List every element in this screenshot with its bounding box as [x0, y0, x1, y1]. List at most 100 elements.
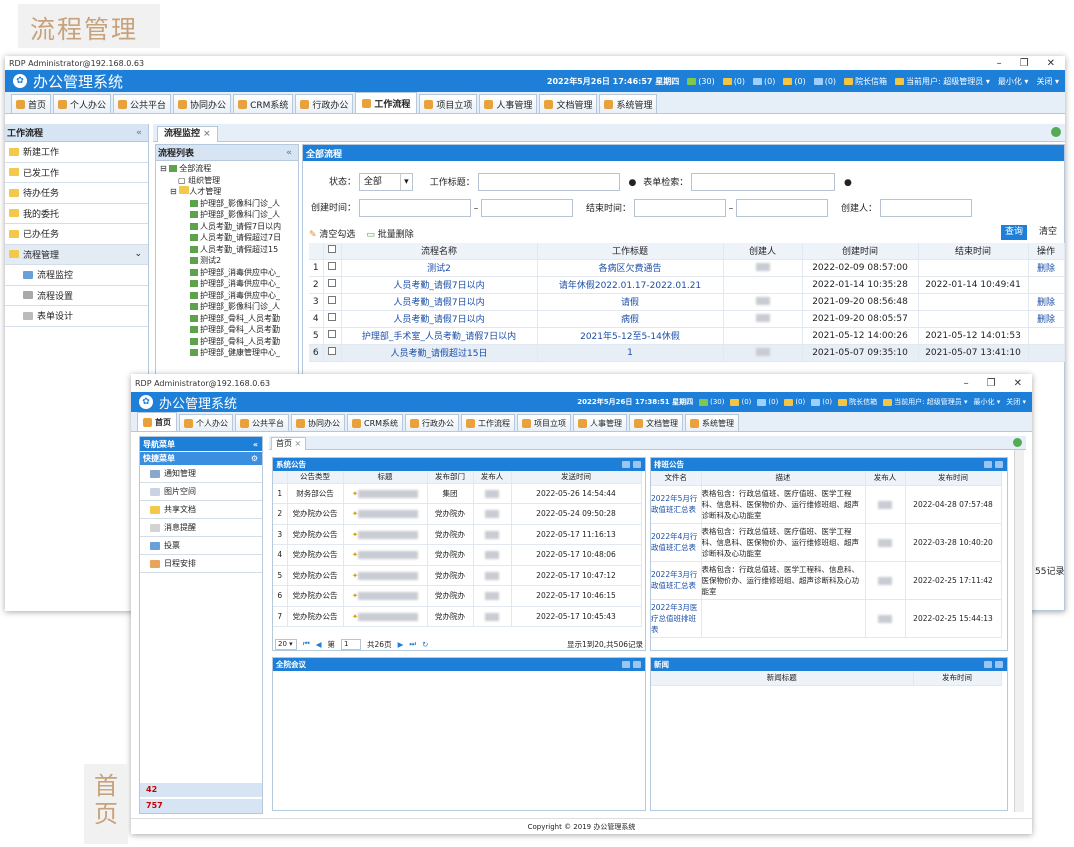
tab-home[interactable]: 首页 ×	[271, 437, 307, 450]
row-checkbox[interactable]	[328, 313, 336, 321]
work-title-input[interactable]	[477, 173, 620, 191]
quick-item-shared[interactable]: 共享文档	[140, 501, 262, 519]
table-row[interactable]: 5 党办院办公告 ✦ 党办院办 2022-05-17 10:47:12	[273, 565, 642, 586]
restore-window-button[interactable]: ❐	[987, 378, 996, 389]
nav-public[interactable]: 公共平台	[235, 414, 289, 431]
table-row[interactable]: 2022年4月行政值班汇总表 表格包含：行政总值班、医疗值班、医学工程科、信息科、…	[651, 523, 1002, 562]
next-page-button[interactable]: ▶	[398, 640, 404, 649]
counter-mail[interactable]: (0)	[722, 77, 745, 86]
sidebar-sub-settings[interactable]: 流程设置	[5, 286, 148, 306]
create-time-from[interactable]	[358, 199, 471, 217]
minimize-link[interactable]: 最小化 ▾	[974, 397, 1001, 407]
counter-chat[interactable]: (0)	[784, 398, 805, 406]
quick-item-images[interactable]: 图片空间	[140, 483, 262, 501]
nav-docs[interactable]: 文档管理	[629, 414, 684, 431]
sidebar-item-new[interactable]: 新建工作	[5, 142, 148, 163]
delete-link[interactable]: 删除	[1028, 293, 1065, 311]
sidebar-item-manage[interactable]: 流程管理 ⌄	[5, 244, 148, 265]
nav-system[interactable]: 系统管理	[599, 94, 658, 113]
table-row[interactable]: 4 人员考勤_请假7日以内 病假 2021-09-20 08:05:57 删除	[309, 310, 1065, 328]
tree-node[interactable]: 护理部_骨科_人员考勤	[160, 336, 288, 348]
nav-project[interactable]: 项目立项	[517, 414, 572, 431]
close-link[interactable]: 关闭 ▾	[1036, 76, 1059, 87]
refresh-icon[interactable]	[1013, 438, 1022, 447]
counter-notice[interactable]: (0)	[757, 398, 778, 406]
table-row[interactable]: 7 党办院办公告 ✦ 党办院办 2022-05-17 10:45:43	[273, 606, 642, 627]
tree-node[interactable]: 护理部_消毒供应中心_	[160, 290, 288, 302]
nav-project[interactable]: 项目立项	[419, 94, 478, 113]
nav-home[interactable]: 首页	[137, 412, 177, 431]
nav-admin[interactable]: 行政办公	[405, 414, 460, 431]
nav-hr[interactable]: 人事管理	[573, 414, 628, 431]
query-button[interactable]: 查询	[1001, 225, 1027, 240]
tree-node[interactable]: 护理部_消毒供应中心_	[160, 278, 288, 290]
table-row[interactable]: 3 党办院办公告 ✦ 党办院办 2022-05-17 11:16:13	[273, 524, 642, 545]
end-time-to[interactable]	[736, 199, 829, 217]
nav-collab[interactable]: 协同办公	[291, 414, 345, 431]
nav-home[interactable]: 首页	[11, 94, 52, 113]
leader-mailbox-link[interactable]: 院长信箱	[838, 397, 877, 407]
minimize-link[interactable]: 最小化 ▾	[998, 76, 1029, 87]
tree-node[interactable]: 人员考勤_请假7日以内	[160, 221, 288, 233]
counter-task[interactable]: (0)	[813, 77, 836, 86]
table-row[interactable]: 4 党办院办公告 ✦ 党办院办 2022-05-17 10:48:06	[273, 544, 642, 566]
nav-personal[interactable]: 个人办公	[53, 94, 112, 113]
nav-workflow[interactable]: 工作流程	[461, 414, 516, 431]
creator-input[interactable]	[879, 199, 972, 217]
minimize-window-button[interactable]: –	[997, 58, 1002, 69]
nav-workflow[interactable]: 工作流程	[355, 92, 418, 113]
table-row[interactable]: 6 人员考勤_请假超过15日 1 2021-05-07 09:35:10 2021-05…	[309, 344, 1065, 362]
row-checkbox[interactable]	[328, 262, 336, 270]
nav-docs[interactable]: 文档管理	[539, 94, 598, 113]
last-page-button[interactable]: ⏭	[409, 639, 416, 649]
page-size-select[interactable]: 20 ▾	[275, 638, 297, 650]
counter-mail[interactable]: (0)	[730, 398, 751, 406]
select-all-checkbox[interactable]	[323, 243, 342, 260]
page-input[interactable]: 1	[341, 638, 362, 650]
sidebar-sub-form[interactable]: 表单设计	[5, 306, 148, 327]
delete-link[interactable]: 删除	[1028, 310, 1065, 328]
collapse-icon[interactable]: «	[253, 440, 262, 449]
tree-node[interactable]: 人员考勤_请假超过7日	[160, 232, 288, 244]
nav-crm[interactable]: CRM系统	[347, 414, 404, 431]
row-checkbox[interactable]	[328, 296, 336, 304]
batch-delete-button[interactable]: ▭ 批量删除	[366, 230, 413, 240]
table-row[interactable]: 2 人员考勤_请假7日以内 请年休假2022.01.17-2022.01.21 202…	[309, 276, 1065, 294]
nav-public[interactable]: 公共平台	[113, 94, 172, 113]
leader-mailbox-link[interactable]: 院长信箱	[844, 76, 887, 87]
reload-icon[interactable]: ↻	[422, 640, 428, 649]
table-row[interactable]: 6 党办院办公告 ✦ 党办院办 2022-05-17 10:46:15	[273, 585, 642, 607]
row-checkbox[interactable]	[328, 347, 336, 355]
tree-node[interactable]: ⊟ 人才管理	[160, 186, 288, 198]
delete-link[interactable]: 删除	[1028, 259, 1065, 277]
create-time-to[interactable]	[481, 199, 574, 217]
clear-button[interactable]: 清空	[1033, 225, 1063, 240]
tree-node[interactable]: 护理部_影像科门诊_人	[160, 301, 288, 313]
sidebar-item-sent[interactable]: 已发工作	[5, 163, 148, 183]
nav-personal[interactable]: 个人办公	[179, 414, 233, 431]
counter-task[interactable]: (0)	[811, 398, 832, 406]
tab-monitor[interactable]: 流程监控 ×	[157, 126, 218, 142]
row-checkbox[interactable]	[328, 279, 336, 287]
collapse-icon[interactable]: «	[136, 128, 148, 138]
tree-node[interactable]: 护理部_健康管理中心_	[160, 347, 288, 359]
current-user-menu[interactable]: 当前用户: 超级管理员 ▾	[895, 76, 990, 87]
counter-chat[interactable]: (0)	[783, 77, 806, 86]
table-row[interactable]: 2022年3月行政值班汇总表 表格包含：行政总值班、医学工程科、信息科、医保物价办…	[651, 561, 1002, 600]
clear-check-button[interactable]: ✎ 清空勾选	[309, 230, 355, 240]
gear-icon[interactable]: ⚙	[251, 454, 262, 463]
counter-messages[interactable]: (30)	[699, 398, 724, 406]
tree-node[interactable]: 人员考勤_请假超过15	[160, 244, 288, 256]
tree-node[interactable]: 测试2	[160, 255, 288, 267]
table-row[interactable]: 3 人员考勤_请假7日以内 请假 2021-09-20 08:56:48 删除	[309, 293, 1065, 311]
counter-notice[interactable]: (0)	[753, 77, 775, 86]
table-row[interactable]: 2022年5月行政值班汇总表 表格包含：行政总值班、医疗值班、医学工程科、信息科、…	[651, 485, 1002, 524]
sidebar-item-delegate[interactable]: 我的委托	[5, 204, 148, 224]
quick-item-schedule[interactable]: 日程安排	[140, 555, 262, 573]
quick-item-message[interactable]: 消息提醒	[140, 519, 262, 537]
table-row[interactable]: 2 党办院办公告 ✦ 党办院办 2022-05-24 09:50:28	[273, 503, 642, 525]
row-checkbox[interactable]	[328, 330, 336, 338]
tree-node[interactable]: ⊟ 全部流程	[160, 163, 288, 175]
counter-messages[interactable]: (30)	[687, 77, 715, 86]
tree-node[interactable]: ▢ 组织管理	[160, 175, 288, 187]
